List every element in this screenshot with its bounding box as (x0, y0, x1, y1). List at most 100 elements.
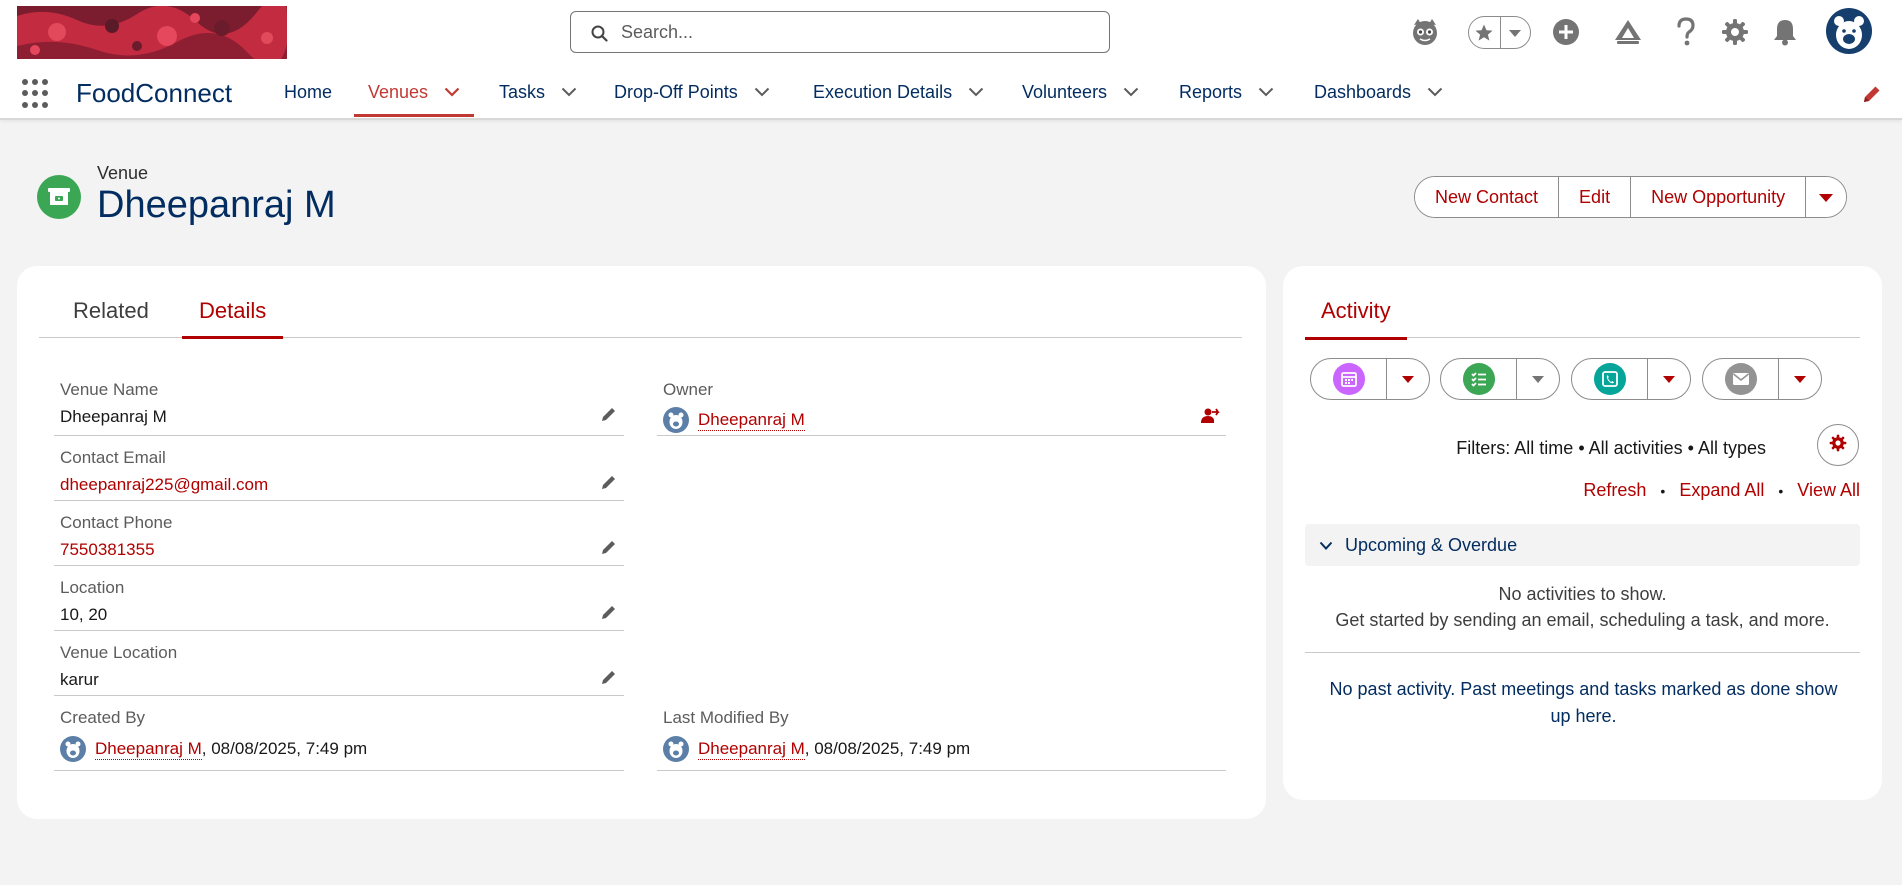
field-label: Owner (663, 380, 714, 399)
new-contact-button[interactable]: New Contact (1415, 177, 1560, 217)
record-actions: New Contact Edit New Opportunity (1414, 176, 1848, 218)
nav-item-volunteers[interactable]: Volunteers (1022, 66, 1139, 118)
task-icon (1462, 363, 1495, 395)
search-input[interactable] (621, 20, 1091, 44)
chevron-down-icon[interactable] (1123, 87, 1139, 97)
section-label: Upcoming & Overdue (1345, 534, 1518, 555)
get-started-text: Get started by sending an email, schedul… (1335, 610, 1830, 630)
owner-link[interactable]: Dheepanraj M (698, 410, 805, 431)
add-icon[interactable] (1548, 14, 1584, 50)
gear-icon[interactable] (1717, 14, 1753, 50)
nav-item-label: Execution Details (813, 81, 953, 102)
refresh-link[interactable]: Refresh (1583, 480, 1646, 501)
event-icon (1332, 363, 1365, 395)
favorites-menu-chevron-icon[interactable] (1499, 17, 1531, 48)
record-tabs: Related Details (39, 294, 1242, 339)
chevron-down-icon[interactable] (968, 87, 984, 97)
bell-icon[interactable] (1767, 14, 1803, 50)
activity-filters: Filters: All time • All activities • All… (1456, 438, 1766, 458)
field-value: 10, 20 (60, 605, 108, 624)
global-search[interactable] (570, 11, 1110, 53)
nav-item-tasks[interactable]: Tasks (499, 66, 577, 118)
nav-item-venues[interactable]: Venues (353, 66, 475, 118)
field-value: karur (60, 670, 99, 689)
nav-item-drop-off-points[interactable]: Drop-Off Points (614, 66, 770, 118)
pencil-icon[interactable] (600, 603, 618, 626)
separator: • (1778, 482, 1784, 499)
chevron-down-icon[interactable] (754, 87, 770, 97)
last-modified-link[interactable]: Dheepanraj M (698, 739, 805, 760)
avatar (663, 736, 689, 762)
nav-item-home[interactable]: Home (284, 66, 332, 118)
field-venue-location: Venue Location karur (54, 643, 624, 696)
owner-value: Dheepanraj M (663, 407, 805, 433)
field-label: Location (60, 578, 125, 597)
trailhead-icon[interactable] (1610, 14, 1646, 50)
send-email-main[interactable] (1703, 359, 1779, 399)
email-icon (1724, 363, 1757, 395)
pencil-icon[interactable] (1862, 84, 1882, 109)
email-link[interactable]: dheepanraj225@gmail.com (60, 475, 268, 495)
call-icon (1593, 363, 1626, 395)
pencil-icon[interactable] (600, 405, 618, 428)
activity-settings-button[interactable] (1817, 424, 1859, 466)
nav-item-label: Reports (1179, 81, 1243, 102)
chevron-down-icon[interactable] (1387, 359, 1429, 399)
chevron-down-icon[interactable] (1648, 359, 1690, 399)
pencil-icon[interactable] (600, 538, 618, 561)
avatar (60, 736, 86, 762)
divider (1305, 652, 1860, 653)
app-nav-bar: FoodConnect Home Venues Tasks Drop-Off P… (0, 66, 1902, 120)
chevron-down-icon[interactable] (1258, 87, 1274, 97)
send-email-button (1702, 358, 1822, 400)
record-detail-card: Related Details Venue Name Dheepanraj M … (17, 266, 1266, 819)
edit-button[interactable]: Edit (1559, 177, 1632, 217)
nav-item-dashboards[interactable]: Dashboards (1314, 66, 1443, 118)
chevron-down-icon[interactable] (1427, 87, 1443, 97)
org-logo[interactable] (17, 6, 287, 59)
avatar[interactable] (1826, 8, 1872, 54)
last-modified-value: Dheepanraj M , 08/08/2025, 7:49 pm (663, 736, 970, 762)
einstein-icon[interactable] (1407, 14, 1443, 50)
avatar (663, 407, 689, 433)
chevron-down-icon[interactable] (444, 87, 460, 97)
more-actions-button[interactable] (1806, 177, 1847, 217)
chevron-down-icon[interactable] (1779, 359, 1821, 399)
created-by-link[interactable]: Dheepanraj M (95, 739, 202, 760)
pencil-icon[interactable] (600, 473, 618, 496)
phone-link[interactable]: 7550381355 (60, 540, 155, 560)
tab-activity[interactable]: Activity (1305, 298, 1407, 340)
tab-details[interactable]: Details (181, 294, 284, 339)
field-contact-phone: Contact Phone 7550381355 (54, 513, 624, 566)
global-header (0, 0, 1902, 66)
log-call-main[interactable] (1572, 359, 1648, 399)
venue-record-icon (37, 175, 81, 219)
help-icon[interactable] (1668, 14, 1704, 50)
nav-item-label: Venues (368, 81, 429, 102)
upcoming-overdue-section[interactable]: Upcoming & Overdue (1305, 524, 1860, 566)
field-last-modified-by: Last Modified By Dheepanraj M , 08/08/20… (657, 708, 1226, 771)
chevron-down-icon[interactable] (1517, 359, 1559, 399)
nav-item-execution-details[interactable]: Execution Details (813, 66, 984, 118)
nav-item-reports[interactable]: Reports (1179, 66, 1274, 118)
new-task-main[interactable] (1441, 359, 1517, 399)
chevron-down-icon (1818, 187, 1834, 208)
view-all-link[interactable]: View All (1797, 480, 1860, 501)
chevron-down-icon[interactable] (561, 87, 577, 97)
app-name: FoodConnect (76, 78, 233, 108)
pencil-icon[interactable] (600, 668, 618, 691)
created-by-value: Dheepanraj M , 08/08/2025, 7:49 pm (60, 736, 367, 762)
field-label: Venue Name (60, 380, 159, 399)
tab-related[interactable]: Related (73, 294, 149, 338)
app-launcher-icon[interactable] (22, 79, 52, 109)
change-owner-icon[interactable] (1200, 406, 1220, 429)
nav-item-label: Tasks (499, 81, 546, 102)
field-location: Location 10, 20 (54, 578, 624, 631)
created-date: , 08/08/2025, 7:49 pm (201, 739, 368, 758)
new-opportunity-button[interactable]: New Opportunity (1631, 177, 1807, 217)
new-task-button (1440, 358, 1560, 400)
expand-all-link[interactable]: Expand All (1679, 480, 1764, 501)
star-icon[interactable] (1469, 17, 1500, 48)
new-event-main[interactable] (1311, 359, 1387, 399)
nav-item-label: Drop-Off Points (614, 81, 738, 102)
